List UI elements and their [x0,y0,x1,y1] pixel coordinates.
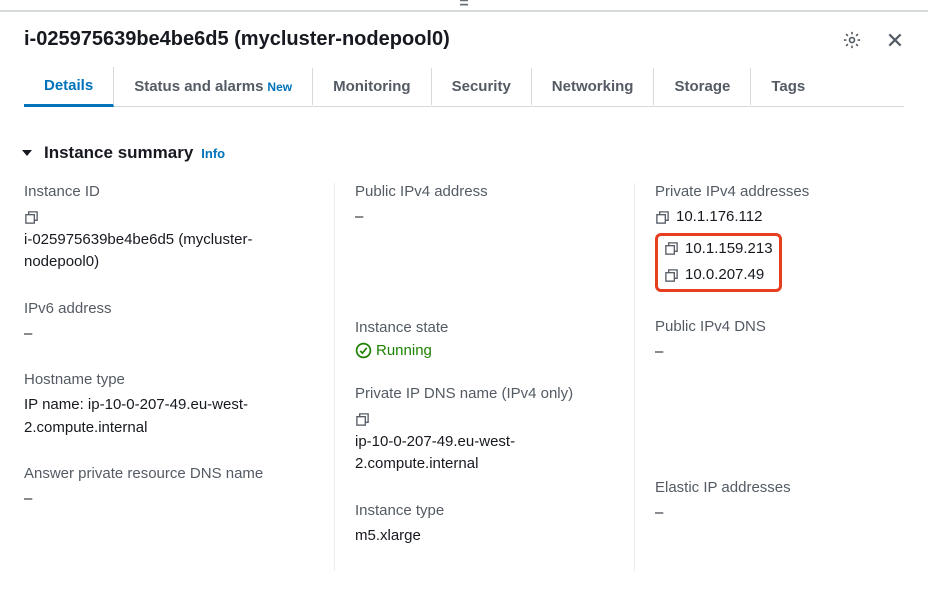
elastic-ip-value: – [655,502,888,525]
copy-icon[interactable] [664,268,679,283]
field-instance-id: Instance ID i-025975639be4be6d5 (myclust… [24,183,318,274]
instance-type-label: Instance type [355,502,618,519]
copy-icon[interactable] [355,412,370,427]
private-ipv4-value-3: 10.0.207.49 [685,264,764,287]
field-private-dns: Private IP DNS name (IPv4 only) ip-10-0-… [355,385,618,476]
tab-status-alarms[interactable]: Status and alarms New [114,68,313,105]
public-ipv4-label: Public IPv4 address [355,183,618,200]
instance-id-value: i-025975639be4be6d5 (mycluster-nodepool0… [24,231,252,271]
panel-handle[interactable]: = [0,0,928,10]
field-elastic-ip: Elastic IP addresses – [655,479,888,525]
instance-type-value: m5.xlarge [355,525,618,548]
field-private-ipv4: Private IPv4 addresses 10.1.176.112 [655,183,888,292]
copy-icon[interactable] [24,210,39,225]
tab-networking[interactable]: Networking [532,68,655,105]
tab-monitoring[interactable]: Monitoring [313,68,431,105]
section-header[interactable]: Instance summary Info [24,143,904,163]
summary-grid: Instance ID i-025975639be4be6d5 (myclust… [24,183,904,571]
private-ipv4-value-2: 10.1.159.213 [685,238,773,261]
private-dns-label: Private IP DNS name (IPv4 only) [355,385,618,402]
hostname-type-label: Hostname type [24,371,318,388]
field-answer-dns: Answer private resource DNS name – [24,465,318,511]
col-3: Private IPv4 addresses 10.1.176.112 [634,183,904,571]
gear-icon[interactable] [842,30,862,50]
private-ipv4-label: Private IPv4 addresses [655,183,888,200]
answer-dns-label: Answer private resource DNS name [24,465,318,482]
field-hostname-type: Hostname type IP name: ip-10-0-207-49.eu… [24,371,318,439]
tab-storage[interactable]: Storage [654,68,751,105]
field-instance-state: Instance state Running [355,319,618,360]
public-dns-value: – [655,341,888,364]
panel-header: i-025975639be4be6d5 (mycluster-nodepool0… [24,28,904,51]
instance-state-value: Running [355,342,618,360]
public-ipv4-value: – [355,206,618,229]
section-title: Instance summary [44,143,193,163]
elastic-ip-label: Elastic IP addresses [655,479,888,496]
hostname-type-value: IP name: ip-10-0-207-49.eu-west-2.comput… [24,394,318,439]
answer-dns-value: – [24,488,318,511]
copy-icon[interactable] [664,241,679,256]
ipv6-label: IPv6 address [24,300,318,317]
page-title: i-025975639be4be6d5 (mycluster-nodepool0… [24,28,450,51]
copy-icon[interactable] [655,210,670,225]
tab-tags[interactable]: Tags [751,68,825,105]
ipv6-value: – [24,323,318,346]
tab-details[interactable]: Details [24,67,114,107]
instance-state-label: Instance state [355,319,618,336]
private-dns-value: ip-10-0-207-49.eu-west-2.compute.interna… [355,433,515,473]
close-icon[interactable] [886,31,904,49]
instance-summary-content: Instance summary Info Instance ID i-0259… [0,123,928,591]
public-dns-label: Public IPv4 DNS [655,318,888,335]
new-badge: New [267,80,292,94]
field-instance-type: Instance type m5.xlarge [355,502,618,548]
col-1: Instance ID i-025975639be4be6d5 (myclust… [24,183,334,571]
field-public-ipv4: Public IPv4 address – [355,183,618,229]
private-ipv4-value-1: 10.1.176.112 [676,206,762,229]
instance-id-label: Instance ID [24,183,318,200]
tab-security[interactable]: Security [432,68,532,105]
field-ipv6: IPv6 address – [24,300,318,346]
info-link[interactable]: Info [201,146,225,161]
collapse-icon[interactable] [22,150,32,156]
highlighted-ips: 10.1.159.213 10.0.207.49 [655,233,782,292]
instance-panel: i-025975639be4be6d5 (mycluster-nodepool0… [0,10,928,123]
col-2: Public IPv4 address – Instance state Run… [334,183,634,571]
tab-bar: Details Status and alarms New Monitoring… [24,67,904,107]
field-public-dns: Public IPv4 DNS – [655,318,888,364]
